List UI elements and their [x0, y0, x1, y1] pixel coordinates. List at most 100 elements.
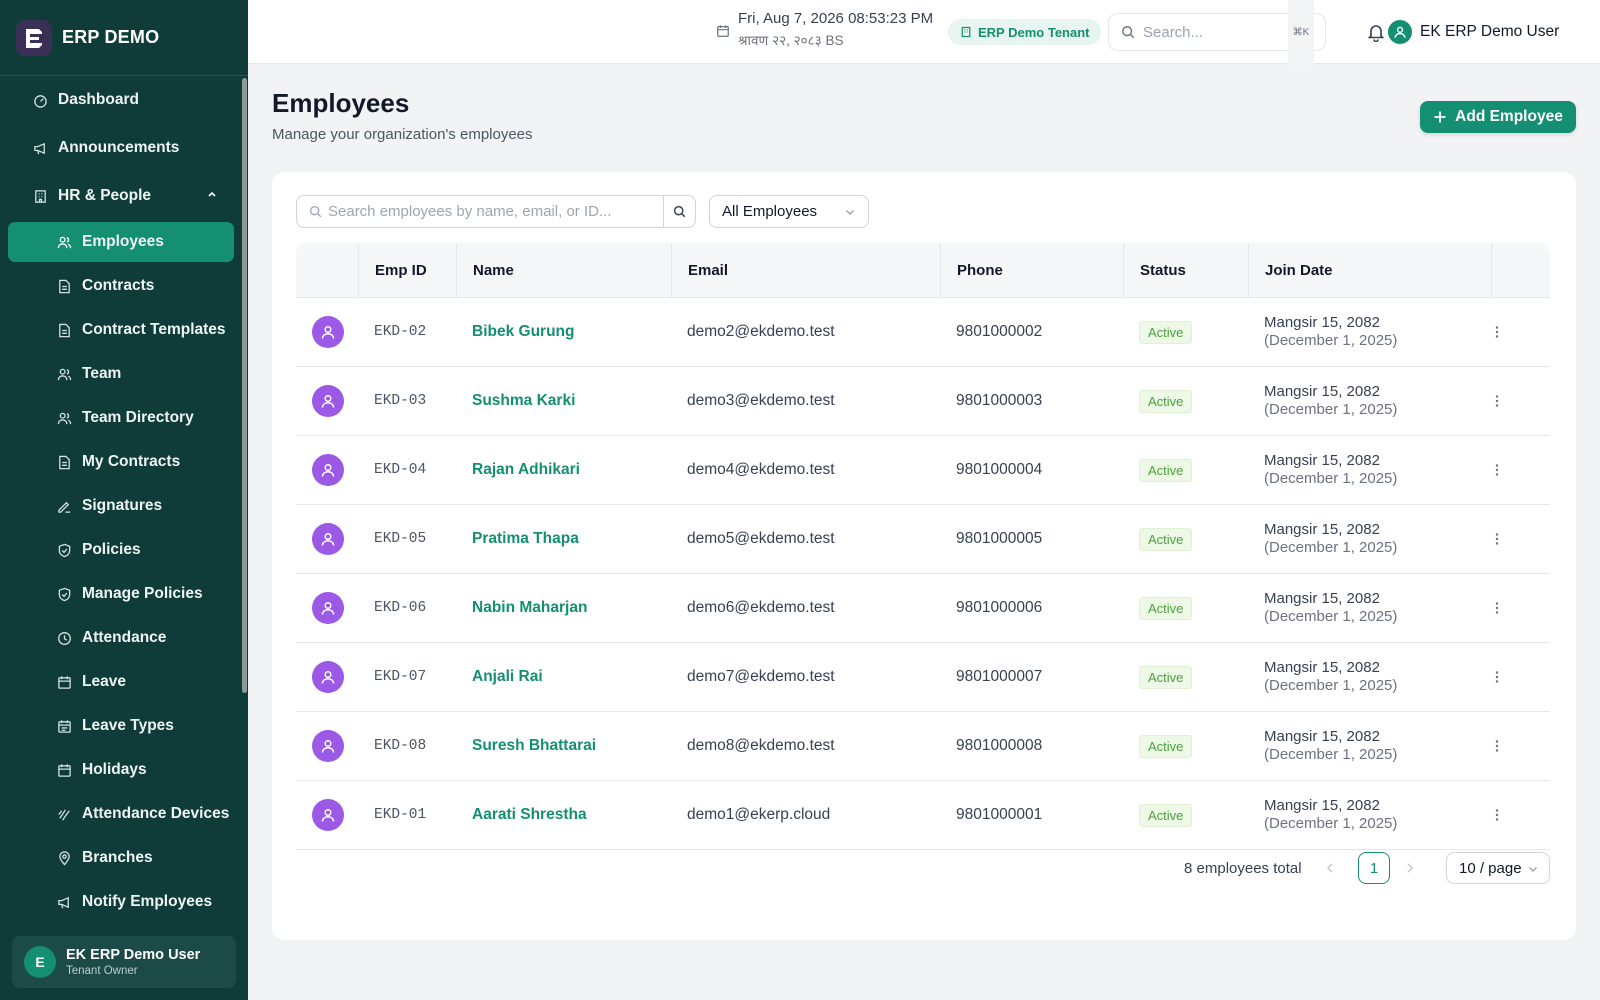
sidebar-item-label: Dashboard: [58, 91, 139, 108]
employee-name-link[interactable]: Sushma Karki: [472, 367, 575, 435]
join-date-ad: (December 1, 2025): [1264, 332, 1398, 349]
table-row[interactable]: EKD-07 Anjali Rai demo7@ekdemo.test 9801000…: [296, 643, 1550, 712]
table-row[interactable]: EKD-05 Pratima Thapa demo5@ekdemo.test 9801…: [296, 505, 1550, 574]
emp-id: EKD-01: [374, 807, 427, 823]
employee-name-link[interactable]: Nabin Maharjan: [472, 574, 587, 642]
column-header-emp-id[interactable]: Emp ID: [358, 243, 456, 298]
sidebar-user-card[interactable]: E EK ERP Demo User Tenant Owner: [12, 936, 236, 988]
page-title: Employees: [272, 88, 410, 118]
chevron-right-icon[interactable]: [1404, 861, 1416, 880]
sidebar-item-contracts[interactable]: Contracts: [8, 266, 234, 306]
join-date-ad: (December 1, 2025): [1264, 815, 1398, 832]
sidebar-item-label: Policies: [82, 541, 141, 558]
table-row[interactable]: EKD-02 Bibek Gurung demo2@ekdemo.test 98010…: [296, 298, 1550, 367]
employee-name-link[interactable]: Pratima Thapa: [472, 505, 579, 573]
more-actions-icon[interactable]: [1490, 367, 1504, 435]
employee-phone: 9801000001: [956, 806, 1043, 823]
column-header-status[interactable]: Status: [1123, 243, 1248, 298]
status-badge: Active: [1139, 665, 1193, 689]
sidebar-item-label: Leave: [82, 673, 126, 690]
sidebar-item-attendance[interactable]: Attendance: [8, 618, 234, 658]
sidebar-item-announcements[interactable]: Announcements: [8, 126, 234, 170]
avatar-cell: [312, 781, 344, 849]
sidebar-user-role: Tenant Owner: [66, 965, 138, 977]
sidebar-item-employees[interactable]: Employees: [8, 222, 234, 262]
header-user-name: EK ERP Demo User: [1420, 23, 1560, 40]
join-date-bs: Mangsir 15, 2082: [1264, 314, 1380, 331]
page-size-select[interactable]: 10 / page: [1446, 852, 1550, 884]
user-icon: [321, 739, 335, 753]
sidebar-item-holidays[interactable]: Holidays: [8, 750, 234, 790]
status-badge: Active: [1139, 527, 1193, 551]
join-date-ad: (December 1, 2025): [1264, 470, 1398, 487]
page-button-current[interactable]: 1: [1358, 852, 1390, 884]
sidebar-item-hr-people[interactable]: HR & People: [8, 174, 234, 218]
bell-icon[interactable]: [1366, 22, 1386, 47]
more-actions-icon[interactable]: [1490, 781, 1504, 849]
more-actions-icon[interactable]: [1490, 298, 1504, 366]
more-actions-icon[interactable]: [1490, 436, 1504, 504]
shield-icon: [56, 586, 72, 602]
header-user-menu[interactable]: EK ERP Demo User: [1388, 20, 1559, 44]
table-row[interactable]: EKD-03 Sushma Karki demo3@ekdemo.test 98010…: [296, 367, 1550, 436]
chevron-left-icon[interactable]: [1324, 861, 1336, 880]
table-row[interactable]: EKD-08 Suresh Bhattarai demo8@ekdemo.test 9…: [296, 712, 1550, 781]
datetime-display: Fri, Aug 7, 2026 08:53:23 PM श्रावण २२, …: [716, 10, 933, 49]
employee-name-link[interactable]: Rajan Adhikari: [472, 436, 580, 504]
employee-name-link[interactable]: Aarati Shrestha: [472, 781, 587, 849]
sidebar-item-team-directory[interactable]: Team Directory: [8, 398, 234, 438]
employee-name-link[interactable]: Bibek Gurung: [472, 298, 574, 366]
avatar-cell: [312, 505, 344, 573]
search-button[interactable]: [663, 196, 695, 227]
more-actions-icon[interactable]: [1490, 574, 1504, 642]
users-icon: [56, 410, 72, 426]
tenant-badge[interactable]: ERP Demo Tenant: [948, 19, 1102, 45]
column-header-email[interactable]: Email: [671, 243, 940, 298]
sidebar-item-leave[interactable]: Leave: [8, 662, 234, 702]
status-filter-select[interactable]: All Employees: [709, 195, 869, 228]
table-row[interactable]: EKD-06 Nabin Maharjan demo6@ekdemo.test 980…: [296, 574, 1550, 643]
sidebar-item-team[interactable]: Team: [8, 354, 234, 394]
emp-id: EKD-05: [374, 531, 427, 547]
join-date-bs: Mangsir 15, 2082: [1264, 797, 1380, 814]
sidebar-scrollbar[interactable]: [242, 78, 247, 693]
table-header: Emp ID Name Email Phone Status Join Date: [296, 243, 1550, 298]
sidebar-item-dashboard[interactable]: Dashboard: [8, 78, 234, 122]
page-size-value: 10 / page: [1459, 859, 1522, 877]
column-header-phone[interactable]: Phone: [940, 243, 1123, 298]
employee-name-link[interactable]: Suresh Bhattarai: [472, 712, 596, 780]
more-actions-icon[interactable]: [1490, 505, 1504, 573]
sidebar-item-leave-types[interactable]: Leave Types: [8, 706, 234, 746]
join-date-ad: (December 1, 2025): [1264, 401, 1398, 418]
sidebar-item-my-contracts[interactable]: My Contracts: [8, 442, 234, 482]
sidebar-item-policies[interactable]: Policies: [8, 530, 234, 570]
column-header-join-date[interactable]: Join Date: [1248, 243, 1491, 298]
join-date-cell: Mangsir 15, 2082 (December 1, 2025): [1264, 643, 1397, 711]
table-row[interactable]: EKD-04 Rajan Adhikari demo4@ekdemo.test 980…: [296, 436, 1550, 505]
building-icon: [961, 26, 971, 38]
join-date-ad: (December 1, 2025): [1264, 608, 1398, 625]
sidebar-item-label: Notify Employees: [82, 893, 213, 910]
brand[interactable]: ERP DEMO: [0, 0, 248, 76]
global-search-input[interactable]: [1143, 23, 1283, 41]
sidebar-item-attendance-devices[interactable]: Attendance Devices: [8, 794, 234, 834]
avatar-cell: [312, 574, 344, 642]
sidebar-item-branches[interactable]: Branches: [8, 838, 234, 878]
users-icon: [56, 234, 72, 250]
sidebar-item-label: Manage Policies: [82, 585, 203, 602]
sidebar-item-contract-templates[interactable]: Contract Templates: [8, 310, 234, 350]
avatar: [312, 523, 344, 555]
table-row[interactable]: EKD-01 Aarati Shrestha demo1@ekerp.cloud 98…: [296, 781, 1550, 850]
join-date-cell: Mangsir 15, 2082 (December 1, 2025): [1264, 436, 1397, 504]
brand-logo-icon: [16, 19, 52, 56]
sidebar-item-signatures[interactable]: Signatures: [8, 486, 234, 526]
sidebar-item-manage-policies[interactable]: Manage Policies: [8, 574, 234, 614]
sidebar-item-notify-employees[interactable]: Notify Employees: [8, 882, 234, 922]
employee-name-link[interactable]: Anjali Rai: [472, 643, 543, 711]
employee-search-input[interactable]: [328, 203, 658, 220]
more-actions-icon[interactable]: [1490, 712, 1504, 780]
add-employee-button[interactable]: Add Employee: [1420, 101, 1576, 133]
more-actions-icon[interactable]: [1490, 643, 1504, 711]
join-date-cell: Mangsir 15, 2082 (December 1, 2025): [1264, 781, 1397, 849]
column-header-name[interactable]: Name: [456, 243, 671, 298]
